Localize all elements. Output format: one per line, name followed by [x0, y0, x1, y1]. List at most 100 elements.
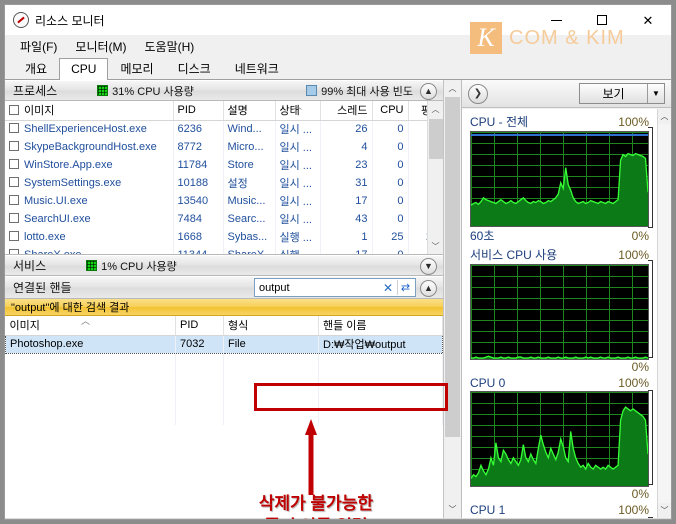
cell-threads: 43 [320, 210, 373, 228]
column-header-cpu[interactable]: CPU [372, 101, 409, 121]
column-header-threads[interactable]: 스레드 [320, 101, 373, 121]
left-scroll-track[interactable] [444, 97, 461, 501]
tab-network[interactable]: 네트워크 [223, 58, 291, 80]
tab-disk[interactable]: 디스크 [166, 58, 223, 80]
tab-overview[interactable]: 개요 [13, 58, 59, 80]
menu-item-file[interactable]: 파일(F) [11, 36, 66, 57]
search-refresh-icon[interactable]: ⇄ [397, 280, 413, 295]
scroll-down-icon[interactable]: ﹀ [658, 503, 672, 518]
close-icon: ✕ [642, 12, 654, 28]
graph-scroll-track[interactable] [657, 124, 671, 503]
column-header-status[interactable]: ︿ 상태 [275, 101, 321, 121]
graph-min-label: 0% [631, 487, 649, 501]
cell-cpu: 0 [372, 156, 409, 174]
row-checkbox[interactable] [9, 123, 19, 134]
handles-table: ︿ 이미지 PID 형식 핸들 이름 Photoshop.exe 7032 File D… [5, 316, 443, 518]
processes-collapse-button[interactable]: ▲ [420, 83, 437, 100]
tab-cpu[interactable]: CPU [59, 58, 109, 81]
graph-series [471, 152, 648, 226]
table-row[interactable]: SearchUI.exe7484Searc...일시 ...4300.00 [5, 210, 443, 228]
row-checkbox[interactable] [9, 213, 19, 223]
table-row[interactable]: lotto.exe1668Sybas...실행 ...12524.90 [5, 228, 443, 246]
cell-empty [5, 407, 176, 425]
chevron-down-icon[interactable]: ▼ [647, 84, 664, 103]
cell-pid: 10188 [173, 174, 224, 192]
scroll-up-icon[interactable]: ︿ [444, 80, 461, 97]
close-button[interactable]: ✕ [625, 5, 671, 35]
process-name: lotto.exe [24, 231, 66, 243]
row-checkbox[interactable] [9, 231, 19, 241]
graph-header: CPU 1 100% [470, 503, 649, 518]
graph-toolbar: ❯ 보기 ▼ [462, 80, 671, 108]
processes-scroll-track[interactable] [427, 117, 443, 238]
table-row[interactable]: SystemSettings.exe10188설정일시 ...3100.00 [5, 174, 443, 192]
table-row[interactable]: SkypeBackgroundHost.exe 8772 Micro... 일시 ..… [5, 138, 443, 156]
resource-monitor-icon [13, 12, 29, 28]
table-row[interactable]: Photoshop.exe 7032 File D:₩작업₩output [5, 334, 443, 354]
processes-body: ShellExperienceHost.exe 6236 Wind... 일시 ...… [5, 120, 443, 254]
table-row[interactable]: Music.UI.exe13540Music...일시 ...1700.00 [5, 192, 443, 210]
scroll-up-icon[interactable]: ︿ [427, 101, 443, 117]
graph-panel: ❯ 보기 ▼ CPU - 전체 100% 60초 0% 서비스 CPU 사용 100% 0%… [461, 80, 671, 518]
cell-empty [175, 407, 224, 425]
chevron-right-icon[interactable]: ❯ [468, 83, 488, 104]
cell-type: File [223, 334, 319, 354]
graph-header: CPU - 전체 100% [470, 113, 649, 131]
processes-table: 이미지 PID 설명 ︿상태 스레드 CPU 평균 ... ShellExper… [5, 101, 443, 255]
view-button[interactable]: 보기 ▼ [579, 83, 665, 104]
tab-memory[interactable]: 메모리 [108, 58, 165, 80]
processes-max-stat-label: 99% 최대 사용 빈도 [321, 85, 413, 98]
services-section-header[interactable]: 서비스 1% CPU 사용량 ▼ [5, 255, 443, 276]
select-all-checkbox[interactable] [9, 105, 19, 116]
processes-scrollbar[interactable]: ︿ ﹀ [427, 101, 443, 254]
cell-status: 일시 ... [275, 138, 321, 156]
services-expand-button[interactable]: ▼ [420, 258, 437, 275]
graph-panel-scrollbar[interactable]: ︿ ﹀ [657, 109, 671, 518]
cell-status: 실행 ... [275, 246, 321, 254]
main-content: 프로세스 31% CPU 사용량 99% 최대 사용 빈도 ▲ 이미지 PID … [5, 80, 671, 519]
clear-x-icon[interactable]: ✕ [379, 282, 397, 294]
processes-section-header[interactable]: 프로세스 31% CPU 사용량 99% 최대 사용 빈도 ▲ [5, 80, 443, 101]
column-header-description[interactable]: 설명 [223, 101, 276, 121]
cell-cpu: 25 [372, 228, 409, 246]
table-row-empty [5, 353, 443, 371]
processes-scroll-thumb[interactable] [428, 119, 443, 159]
column-header-pid[interactable]: PID [173, 101, 224, 121]
row-checkbox[interactable] [9, 159, 19, 169]
handle-search-value[interactable]: output [259, 282, 379, 294]
maximize-button[interactable] [579, 5, 625, 35]
handle-column-pid[interactable]: PID [175, 316, 224, 336]
row-checkbox[interactable] [9, 141, 19, 151]
menu-item-help[interactable]: 도움말(H) [136, 36, 204, 57]
table-row[interactable]: ShareX.exe11344ShareX실행 ...1704.07 [5, 246, 443, 254]
handle-column-image[interactable]: ︿ 이미지 [5, 316, 176, 336]
graph-max-label: 100% [618, 115, 649, 129]
table-row[interactable]: WinStore.App.exe11784Store일시 ...2300.00 [5, 156, 443, 174]
scroll-up-icon[interactable]: ︿ [658, 109, 672, 124]
handles-grid: ︿ 이미지 PID 형식 핸들 이름 Photoshop.exe 7032 File D… [5, 316, 443, 425]
left-scroll-thumb[interactable] [445, 97, 460, 437]
row-checkbox[interactable] [9, 177, 19, 187]
scroll-down-icon[interactable]: ﹀ [444, 501, 461, 518]
handle-column-type[interactable]: 형식 [223, 316, 319, 336]
graph-canvas [470, 264, 649, 360]
scroll-down-icon[interactable]: ﹀ [427, 238, 443, 254]
minimize-button[interactable] [533, 5, 579, 35]
cell-status: 일시 ... [275, 174, 321, 192]
graph-footer: 0% [470, 487, 649, 501]
graph-axis-bracket [648, 390, 653, 485]
cell-threads: 4 [320, 138, 373, 156]
menu-item-monitor[interactable]: 모니터(M) [66, 36, 135, 57]
cell-description: Searc... [223, 210, 276, 228]
cell-empty [5, 389, 176, 407]
handle-column-name[interactable]: 핸들 이름 [318, 316, 443, 336]
row-checkbox[interactable] [9, 195, 19, 205]
handles-title: 연결된 핸들 [13, 281, 72, 295]
handle-search-input[interactable]: output ✕ ⇄ [254, 278, 416, 297]
table-row[interactable]: ShellExperienceHost.exe 6236 Wind... 일시 ...… [5, 120, 443, 138]
handles-collapse-button[interactable]: ▲ [420, 280, 437, 297]
cell-pid: 8772 [173, 138, 224, 156]
column-header-image[interactable]: 이미지 [5, 101, 174, 121]
maximize-icon [597, 15, 607, 25]
left-panel-scrollbar[interactable]: ︿ ﹀ [444, 80, 461, 518]
